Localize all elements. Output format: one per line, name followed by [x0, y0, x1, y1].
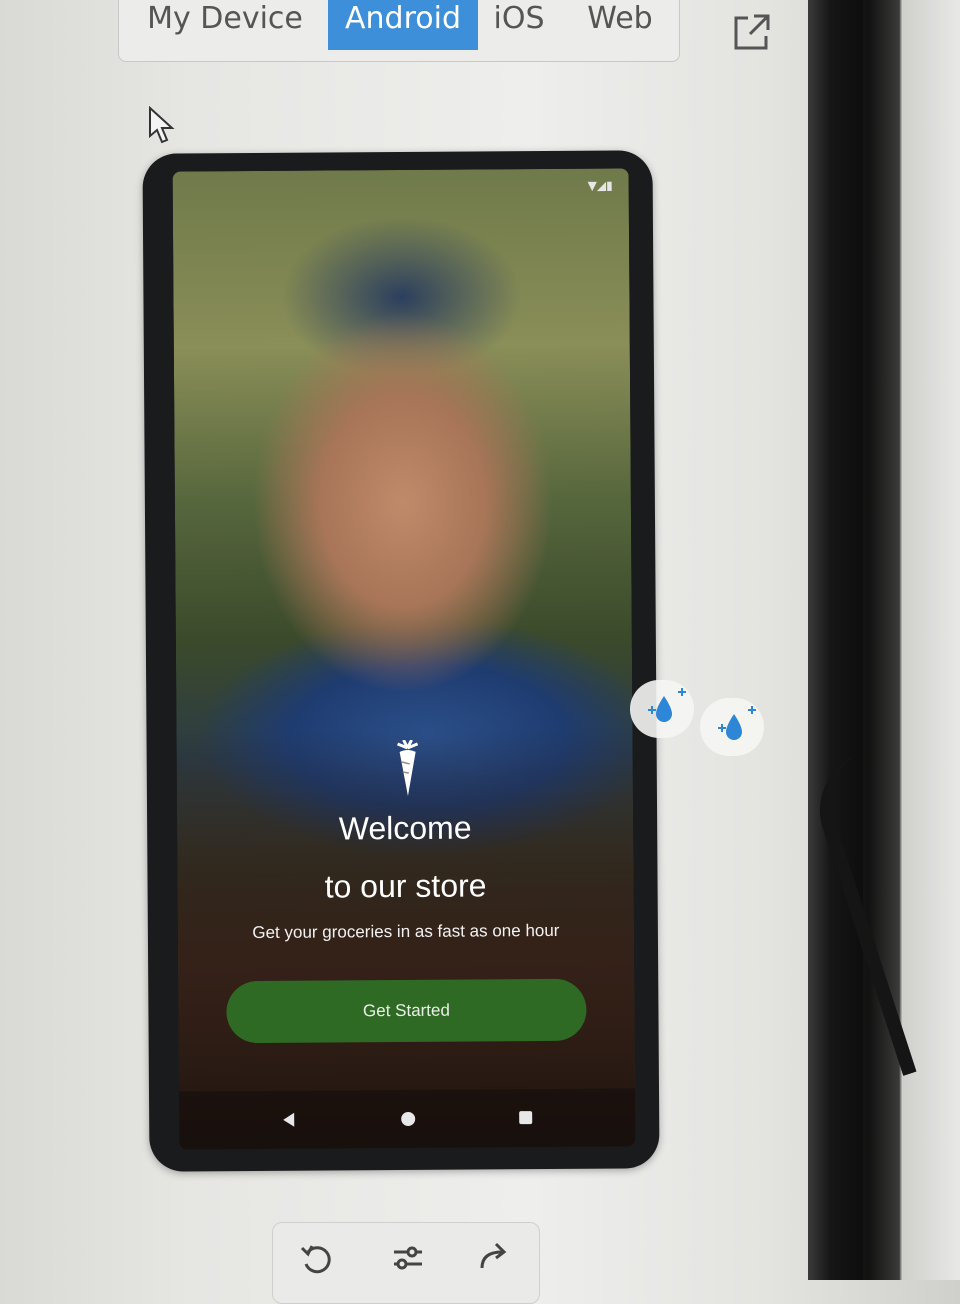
droplet-bubble[interactable] [630, 680, 694, 738]
droplet-bubble-secondary[interactable] [700, 698, 764, 756]
open-external-icon[interactable] [730, 10, 774, 54]
get-started-button[interactable]: Get Started [226, 978, 587, 1044]
status-bar-icons: ▼◢▮ [587, 178, 613, 193]
water-droplet-sparkle-icon [718, 706, 756, 740]
welcome-title-line1: Welcome [338, 809, 472, 847]
android-nav-bar [179, 1088, 636, 1150]
tab-my-device[interactable]: My Device [140, 0, 310, 50]
water-droplet-sparkle-icon [648, 688, 686, 722]
monitor-bezel-edge [808, 0, 863, 1280]
welcome-title-line2: to our store [324, 867, 487, 905]
tab-android[interactable]: Android [328, 0, 478, 50]
phone-frame: ▼◢▮ Welcome to our store Get your grocer… [142, 150, 660, 1172]
nav-recents-icon[interactable] [519, 1111, 533, 1125]
tab-ios[interactable]: iOS [484, 0, 554, 50]
carrot-logo-icon [390, 739, 426, 800]
welcome-subtitle: Get your groceries in as fast as one hou… [252, 920, 560, 943]
nav-home-icon[interactable] [401, 1111, 416, 1127]
mouse-pointer-icon [148, 105, 176, 150]
tab-web[interactable]: Web [580, 0, 660, 50]
redo-arrow-icon[interactable] [474, 1238, 514, 1278]
nav-back-icon[interactable] [283, 1112, 295, 1127]
sliders-icon[interactable] [388, 1238, 428, 1278]
rotate-left-icon[interactable] [296, 1238, 336, 1278]
app-screen: ▼◢▮ Welcome to our store Get your grocer… [172, 168, 636, 1150]
